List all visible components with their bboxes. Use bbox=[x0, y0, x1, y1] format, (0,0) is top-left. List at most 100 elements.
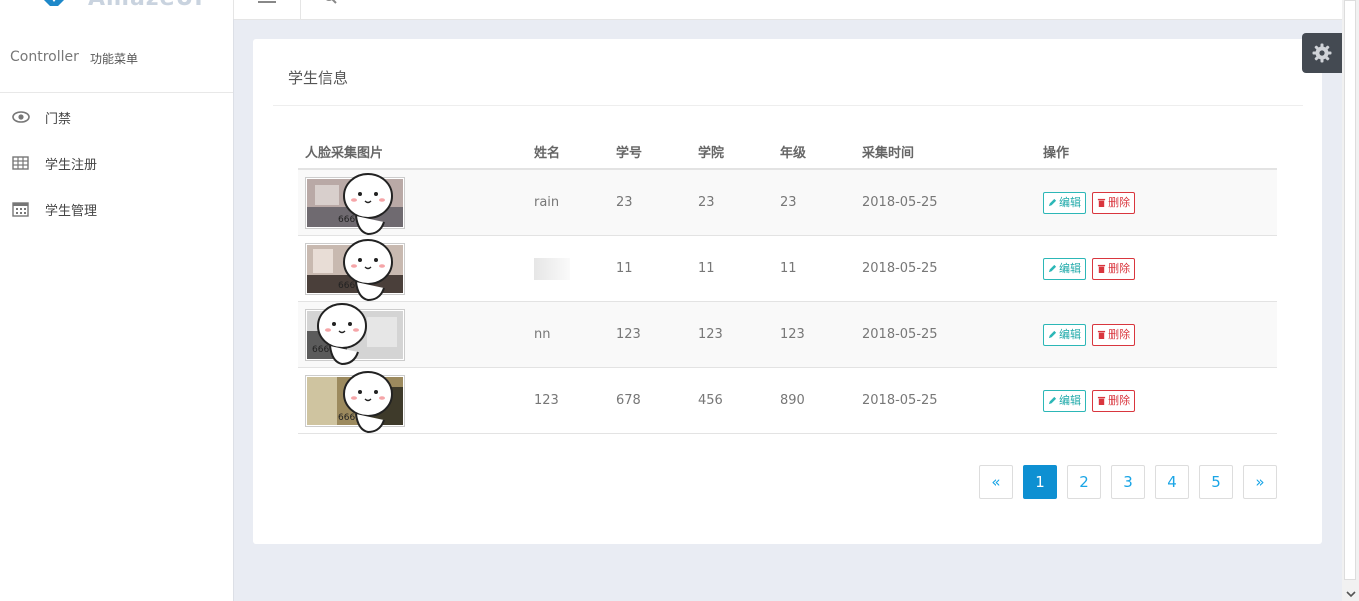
edit-button[interactable]: 编辑 bbox=[1043, 257, 1086, 280]
face-photo: 666 bbox=[305, 238, 405, 301]
logo-icon bbox=[44, 0, 64, 6]
sidebar-item-label: 学生注册 bbox=[45, 158, 98, 173]
sidebar-item-access-control[interactable]: 门禁 bbox=[0, 97, 233, 137]
column-header-photo: 人脸采集图片 bbox=[298, 134, 527, 170]
pagination-prev[interactable]: « bbox=[979, 465, 1013, 499]
pagination-page-3[interactable]: 3 bbox=[1111, 465, 1145, 499]
edit-button[interactable]: 编辑 bbox=[1043, 389, 1086, 412]
svg-text:666: 666 bbox=[312, 345, 329, 355]
face-photo: 666 bbox=[305, 370, 405, 433]
cell-time: 2018-05-25 bbox=[855, 367, 1036, 434]
card-title: 学生信息 bbox=[288, 69, 349, 87]
column-header-id: 学号 bbox=[609, 134, 691, 170]
cell-name: 123 bbox=[527, 367, 609, 434]
delete-button[interactable]: 删除 bbox=[1092, 389, 1136, 412]
pagination-page-2[interactable]: 2 bbox=[1067, 465, 1101, 499]
edit-button-label: 编辑 bbox=[1059, 393, 1081, 407]
topbar-divider bbox=[300, 0, 301, 19]
svg-text:666: 666 bbox=[338, 281, 355, 291]
sticker-emoji-icon: 666 bbox=[312, 302, 367, 365]
table-row: 666 123 678 456 890 2018-05-25 编辑 删除 bbox=[298, 367, 1277, 434]
cell-college: 123 bbox=[691, 301, 773, 368]
cell-name: nn bbox=[527, 301, 609, 368]
cell-time: 2018-05-25 bbox=[855, 235, 1036, 302]
column-header-college: 学院 bbox=[691, 134, 773, 170]
svg-text:666: 666 bbox=[338, 215, 355, 225]
pencil-icon bbox=[1048, 396, 1057, 404]
sidebar-subtitle: 功能菜单 bbox=[90, 52, 139, 66]
table-row: 666 rain 23 23 23 2018-05-25 编辑 删除 bbox=[298, 169, 1277, 236]
eye-icon bbox=[12, 111, 30, 123]
sidebar-header: Controller 功能菜单 bbox=[0, 19, 233, 93]
svg-text:666: 666 bbox=[338, 413, 355, 423]
table-icon bbox=[12, 156, 29, 170]
cell-time: 2018-05-25 bbox=[855, 169, 1036, 236]
pencil-icon bbox=[1048, 198, 1057, 206]
delete-button-label: 删除 bbox=[1108, 327, 1131, 341]
sidebar-title: Controller bbox=[10, 49, 79, 65]
table-header-row: 人脸采集图片 姓名 学号 学院 年级 采集时间 操作 bbox=[298, 134, 1277, 170]
cell-id: 123 bbox=[609, 301, 691, 368]
delete-button-label: 删除 bbox=[1108, 261, 1131, 275]
cell-grade: 123 bbox=[773, 301, 855, 368]
sticker-emoji-icon: 666 bbox=[338, 172, 393, 235]
edit-button-label: 编辑 bbox=[1059, 195, 1081, 209]
delete-button[interactable]: 删除 bbox=[1092, 257, 1136, 280]
student-table: 人脸采集图片 姓名 学号 学院 年级 采集时间 操作 666 rain 23 2… bbox=[298, 134, 1277, 434]
pagination-page-1[interactable]: 1 bbox=[1023, 465, 1057, 499]
cell-name: rain bbox=[527, 169, 609, 236]
column-header-grade: 年级 bbox=[773, 134, 855, 170]
trash-icon bbox=[1098, 198, 1106, 207]
scrollbar-thumb[interactable] bbox=[1344, 0, 1356, 580]
cell-id: 11 bbox=[609, 235, 691, 302]
delete-button-label: 删除 bbox=[1108, 195, 1131, 209]
settings-button[interactable] bbox=[1302, 33, 1342, 73]
table-row: 666 11 11 11 2018-05-25 编辑 删除 bbox=[298, 235, 1277, 302]
blurred-name bbox=[534, 257, 570, 280]
face-photo: 666 bbox=[305, 302, 405, 365]
trash-icon bbox=[1098, 330, 1106, 339]
pagination-next[interactable]: » bbox=[1243, 465, 1277, 499]
trash-icon bbox=[1098, 396, 1106, 405]
sidebar-item-label: 学生管理 bbox=[45, 204, 98, 219]
pagination-page-5[interactable]: 5 bbox=[1199, 465, 1233, 499]
cell-college: 23 bbox=[691, 169, 773, 236]
sidebar-item-label: 门禁 bbox=[45, 112, 72, 127]
pencil-icon bbox=[1048, 330, 1057, 338]
face-photo: 666 bbox=[305, 172, 405, 235]
brand-logo-text: AmazeUI bbox=[88, 0, 204, 11]
cell-id: 23 bbox=[609, 169, 691, 236]
topbar-divider bbox=[233, 0, 234, 19]
gear-icon bbox=[1312, 43, 1332, 63]
edit-button-label: 编辑 bbox=[1059, 327, 1081, 341]
edit-button[interactable]: 编辑 bbox=[1043, 323, 1086, 346]
cell-time: 2018-05-25 bbox=[855, 301, 1036, 368]
student-info-card: 学生信息 人脸采集图片 姓名 学号 学院 年级 采集时间 操作 666 rain… bbox=[253, 39, 1322, 544]
column-header-name: 姓名 bbox=[527, 134, 609, 170]
sidebar: Controller 功能菜单 门禁 学生注册 学生管理 bbox=[0, 19, 234, 601]
column-header-time: 采集时间 bbox=[855, 134, 1036, 170]
column-header-actions: 操作 bbox=[1036, 134, 1277, 170]
divider bbox=[273, 105, 1303, 106]
cell-id: 678 bbox=[609, 367, 691, 434]
edit-button[interactable]: 编辑 bbox=[1043, 191, 1086, 214]
trash-icon bbox=[1098, 264, 1106, 273]
cell-college: 456 bbox=[691, 367, 773, 434]
cell-college: 11 bbox=[691, 235, 773, 302]
cell-grade: 23 bbox=[773, 169, 855, 236]
calendar-icon bbox=[12, 202, 29, 217]
sidebar-item-student-register[interactable]: 学生注册 bbox=[0, 143, 233, 183]
pagination-page-4[interactable]: 4 bbox=[1155, 465, 1189, 499]
delete-button-label: 删除 bbox=[1108, 393, 1131, 407]
search-icon[interactable] bbox=[322, 0, 340, 6]
sticker-emoji-icon: 666 bbox=[338, 370, 393, 433]
pencil-icon bbox=[1048, 264, 1057, 272]
menu-toggle-icon[interactable] bbox=[258, 0, 276, 6]
delete-button[interactable]: 删除 bbox=[1092, 323, 1136, 346]
scroll-down-arrow-icon[interactable] bbox=[1346, 589, 1356, 599]
sidebar-item-student-manage[interactable]: 学生管理 bbox=[0, 189, 233, 229]
table-row: 666 nn 123 123 123 2018-05-25 编辑 删除 bbox=[298, 301, 1277, 368]
top-bar: AmazeUI bbox=[0, 0, 1342, 20]
edit-button-label: 编辑 bbox=[1059, 261, 1081, 275]
delete-button[interactable]: 删除 bbox=[1092, 191, 1136, 214]
